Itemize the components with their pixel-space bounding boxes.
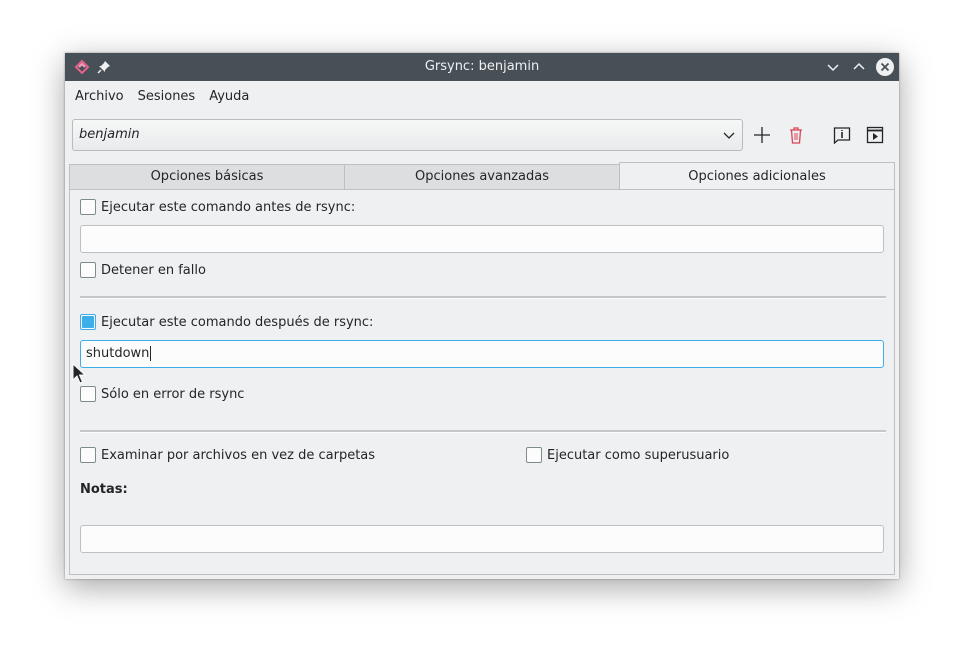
chevron-down-icon [723, 132, 735, 139]
tab-opciones-basicas[interactable]: Opciones básicas [69, 164, 345, 190]
close-button[interactable] [875, 57, 895, 77]
trash-icon [790, 127, 802, 144]
additional-options-panel: Ejecutar este comando antes de rsync: De… [69, 189, 895, 575]
pre-command-input[interactable] [80, 225, 884, 253]
pre-command-label: Ejecutar este comando antes de rsync: [101, 199, 356, 215]
tab-bar: Opciones básicas Opciones avanzadas Opci… [69, 162, 895, 190]
menu-bar: Archivo Sesiones Ayuda [65, 81, 899, 111]
chevron-down-icon [827, 64, 839, 72]
stop-on-fail-label: Detener en fallo [101, 262, 206, 278]
stop-on-fail-checkbox[interactable] [80, 262, 96, 278]
mouse-pointer-icon [72, 363, 86, 384]
window-title: Grsync: benjamin [424, 59, 540, 74]
only-on-error-checkbox[interactable] [80, 386, 96, 402]
only-on-error-row[interactable]: Sólo en error de rsync [80, 386, 244, 402]
session-select[interactable]: benjamin [72, 119, 743, 151]
post-command-input[interactable]: shutdown [80, 340, 884, 368]
separator [80, 430, 886, 433]
maximize-button[interactable] [849, 57, 869, 77]
post-command-value: shutdown [86, 346, 150, 361]
text-caret [150, 346, 152, 361]
tab-opciones-avanzadas[interactable]: Opciones avanzadas [344, 164, 620, 190]
browse-files-row[interactable]: Examinar por archivos en vez de carpetas [80, 447, 375, 463]
run-as-superuser-row[interactable]: Ejecutar como superusuario [526, 447, 729, 463]
menu-ayuda[interactable]: Ayuda [209, 89, 249, 104]
title-bar[interactable]: Grsync: benjamin [65, 53, 899, 81]
only-on-error-label: Sólo en error de rsync [101, 386, 245, 402]
browse-files-checkbox[interactable] [80, 447, 96, 463]
add-session-button[interactable] [750, 123, 774, 147]
execute-button[interactable] [863, 123, 887, 147]
close-icon [876, 58, 894, 76]
delete-session-button[interactable] [784, 123, 808, 147]
post-command-checkbox-row[interactable]: Ejecutar este comando después de rsync: [80, 314, 373, 330]
chevron-up-icon [853, 62, 865, 70]
post-command-label: Ejecutar este comando después de rsync: [101, 314, 374, 330]
info-icon [833, 127, 851, 144]
run-as-superuser-checkbox[interactable] [526, 447, 542, 463]
minimize-button[interactable] [823, 57, 843, 77]
menu-archivo[interactable]: Archivo [75, 89, 124, 104]
pre-command-checkbox[interactable] [80, 199, 96, 215]
main-window: Grsync: benjamin Archivo Sesiones Ayuda … [65, 53, 899, 579]
run-as-superuser-label: Ejecutar como superusuario [547, 447, 730, 463]
play-window-icon [866, 126, 884, 144]
plus-icon [754, 127, 770, 143]
browse-files-label: Examinar por archivos en vez de carpetas [101, 447, 376, 463]
tab-opciones-adicionales[interactable]: Opciones adicionales [619, 162, 895, 190]
separator [80, 296, 886, 299]
notes-label: Notas: [80, 482, 128, 497]
notes-input[interactable] [80, 525, 884, 553]
menu-sesiones[interactable]: Sesiones [138, 89, 196, 104]
session-info-button[interactable] [830, 123, 854, 147]
post-command-checkbox[interactable] [80, 314, 96, 330]
session-select-value: benjamin [79, 127, 140, 142]
stop-on-fail-row[interactable]: Detener en fallo [80, 262, 206, 278]
pre-command-checkbox-row[interactable]: Ejecutar este comando antes de rsync: [80, 199, 355, 215]
